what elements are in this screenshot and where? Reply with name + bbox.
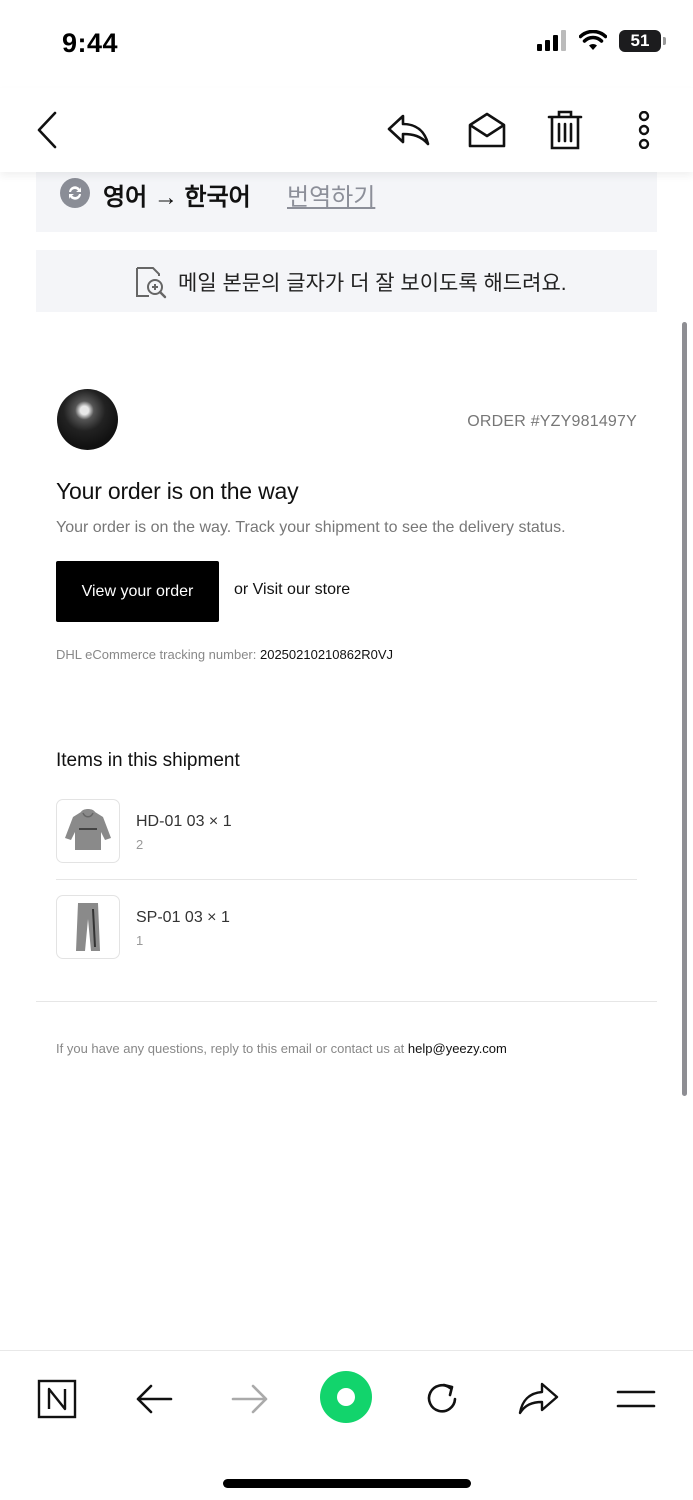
- translate-icon: [60, 178, 90, 208]
- home-indicator: [223, 1479, 471, 1488]
- share-icon[interactable]: [511, 1371, 567, 1427]
- footer-label: If you have any questions, reply to this…: [56, 1041, 408, 1056]
- help-email-link[interactable]: help@yeezy.com: [408, 1041, 507, 1056]
- footer-divider: [36, 1001, 657, 1002]
- zoom-doc-icon: [136, 267, 167, 299]
- order-number: ORDER #YZY981497Y: [467, 413, 637, 430]
- trash-icon[interactable]: [539, 104, 591, 156]
- back-arrow-icon[interactable]: [126, 1371, 182, 1427]
- wifi-icon: [579, 30, 607, 50]
- item-qty: 1: [136, 933, 144, 948]
- item-name: HD-01 03 × 1: [136, 813, 232, 830]
- items-title: Items in this shipment: [56, 750, 240, 771]
- item-divider: [56, 879, 637, 880]
- browser-bar: [0, 1350, 693, 1500]
- item-qty: 2: [136, 837, 144, 852]
- status-icons: 51: [537, 30, 666, 52]
- tracking-number[interactable]: 20250210210862R0VJ: [260, 647, 393, 662]
- green-dot-icon[interactable]: [318, 1369, 374, 1425]
- list-item[interactable]: HD-01 03 × 1 2: [56, 799, 637, 863]
- item-name: SP-01 03 × 1: [136, 909, 230, 926]
- battery-icon: 51: [619, 30, 666, 52]
- forward-arrow-icon: [222, 1371, 278, 1427]
- zoom-banner-text: 메일 본문의 글자가 더 잘 보이도록 해드려요.: [178, 272, 567, 295]
- more-icon[interactable]: [618, 104, 670, 156]
- email-title: Your order is on the way: [56, 478, 299, 504]
- mail-toolbar: [0, 88, 693, 172]
- hoodie-thumbnail: [56, 799, 120, 863]
- translate-languages: 영어 → 한국어: [103, 184, 251, 211]
- pants-thumbnail: [56, 895, 120, 959]
- email-description: Your order is on the way. Track your shi…: [56, 519, 566, 536]
- status-time: 9:44: [62, 28, 119, 58]
- reload-icon[interactable]: [414, 1371, 470, 1427]
- tracking-label: DHL eCommerce tracking number:: [56, 647, 260, 662]
- footer-text: If you have any questions, reply to this…: [56, 1041, 507, 1056]
- naver-n-icon[interactable]: [29, 1371, 85, 1427]
- status-bar: 9:44 51: [0, 0, 693, 88]
- mark-unread-icon[interactable]: [461, 104, 513, 156]
- sender-avatar: [57, 389, 118, 450]
- view-order-button[interactable]: View your order: [56, 561, 219, 622]
- reply-icon[interactable]: [382, 104, 434, 156]
- translate-link[interactable]: 번역하기: [287, 177, 375, 212]
- zoom-banner[interactable]: 메일 본문의 글자가 더 잘 보이도록 해드려요.: [36, 250, 657, 312]
- back-chevron-icon[interactable]: [22, 104, 74, 156]
- signal-icon: [537, 30, 566, 51]
- list-item[interactable]: SP-01 03 × 1 1: [56, 895, 637, 959]
- tracking-info: DHL eCommerce tracking number: 202502102…: [56, 647, 393, 662]
- visit-store-link[interactable]: or Visit our store: [234, 581, 350, 599]
- menu-icon[interactable]: [608, 1371, 664, 1427]
- scrollbar[interactable]: [682, 322, 687, 1096]
